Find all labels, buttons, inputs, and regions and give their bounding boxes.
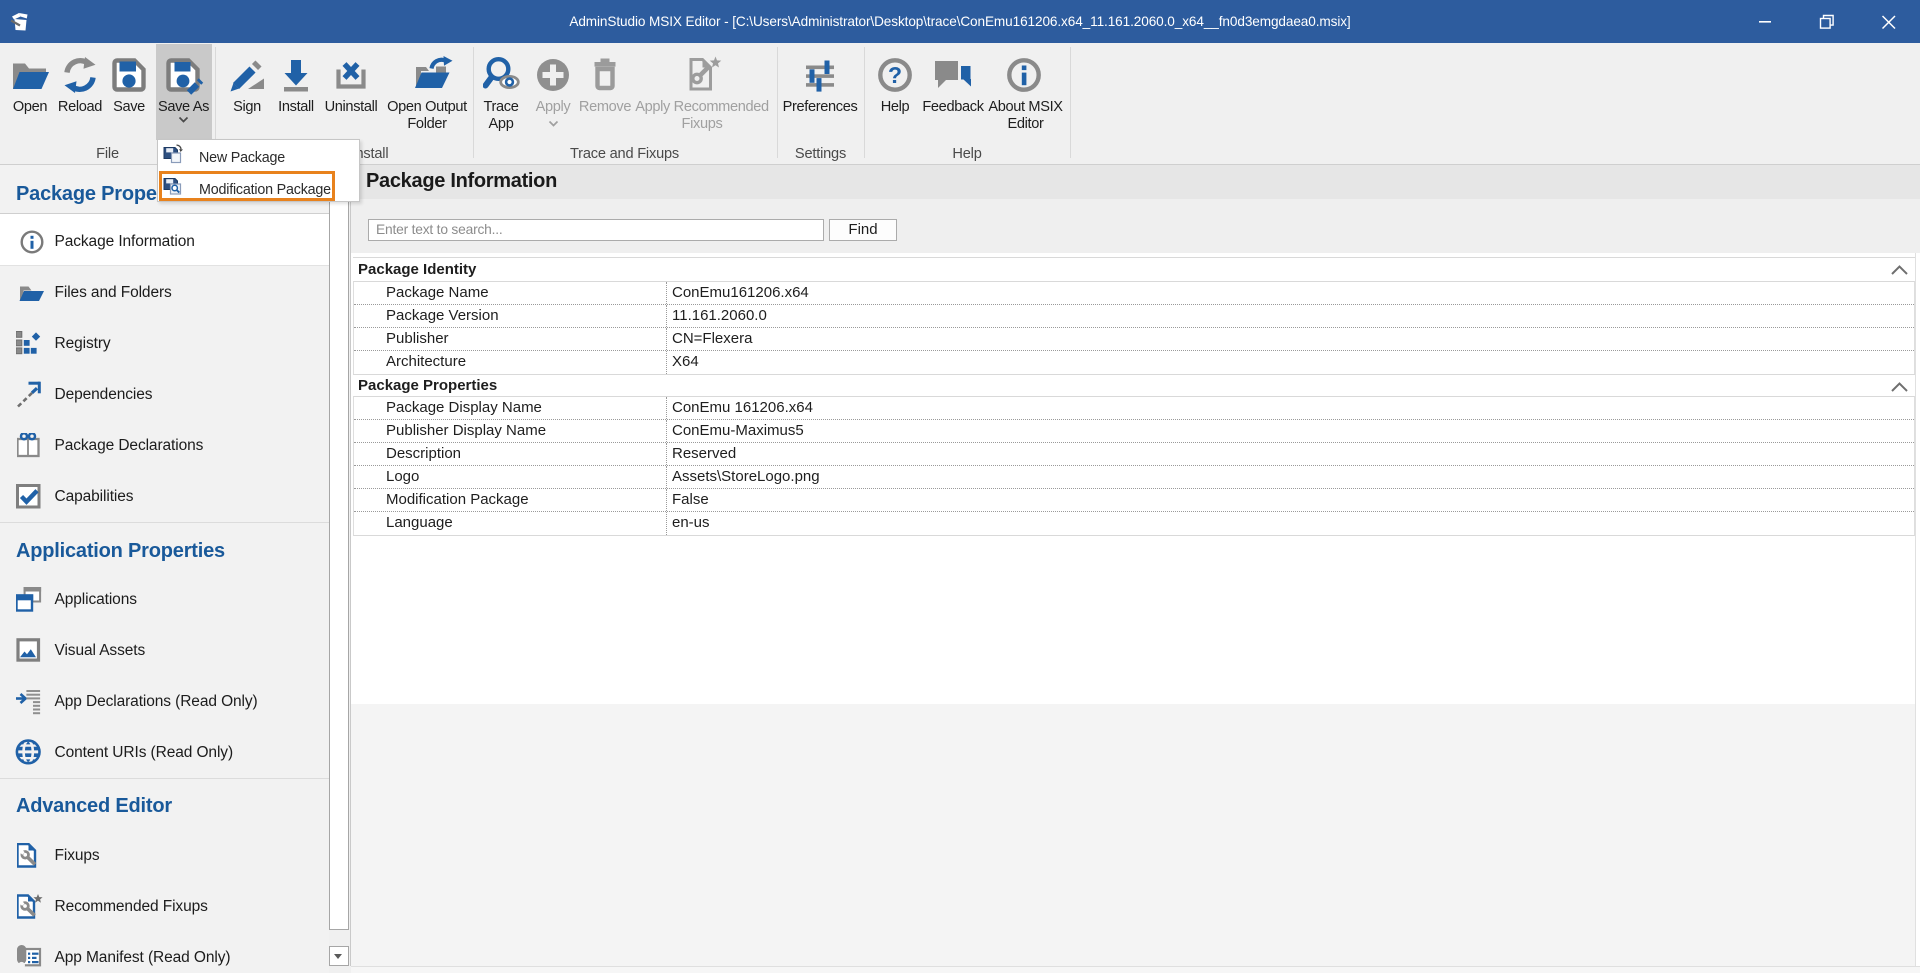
svg-text:?: ?: [888, 62, 902, 88]
